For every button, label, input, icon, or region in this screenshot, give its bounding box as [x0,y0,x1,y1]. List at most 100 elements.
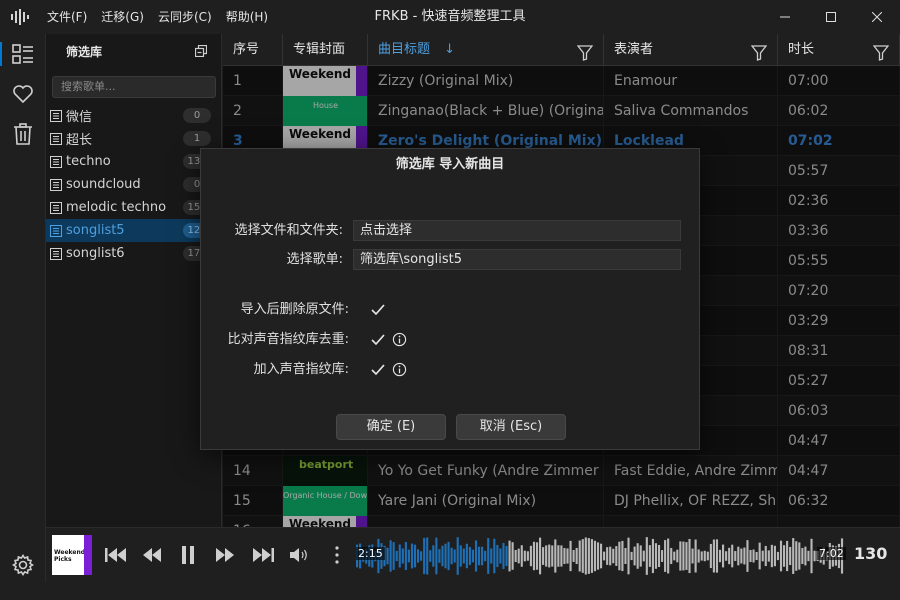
playlist-search-input[interactable]: 搜索歌单... [52,76,216,98]
waveform-bar [773,545,776,567]
skip-previous-icon [105,548,126,562]
confirm-button[interactable]: 确定 (E) [336,414,446,440]
volume-button[interactable] [287,543,311,567]
waveform-bar [459,545,462,567]
waveform-bar [438,549,441,563]
info-icon[interactable] [392,362,407,377]
skip-back-button[interactable] [104,543,128,567]
waveform-bar [560,545,563,567]
waveform-bar [676,549,679,563]
maximize-icon [826,12,836,22]
rail-library-button[interactable] [0,34,46,74]
waveform-bar [706,551,709,561]
playlist-item[interactable]: melodic techno 154 [46,196,221,219]
waveform-bar [578,540,581,572]
waveform-bar [807,550,810,562]
waveform-bar [423,537,426,575]
playlist-item[interactable]: songlist5 122 [46,219,221,242]
waveform-bar [429,550,432,562]
dedupe-checkbox[interactable] [370,332,386,348]
column-title[interactable]: 曲目标题 ↓ [368,34,604,66]
playlist-item-label: 微信 [66,110,93,125]
column-artist-label: 表演者 [614,42,654,57]
pause-icon [182,546,194,564]
waveform-bar [575,547,578,565]
collapse-all-icon[interactable] [195,45,207,57]
close-button[interactable] [854,0,900,34]
waveform-bar [609,546,612,566]
waveform-bar [542,547,545,565]
fast-forward-button[interactable] [213,543,237,567]
select-files-field[interactable]: 点击选择 [353,220,681,241]
playlist-icon [50,109,62,122]
settings-button[interactable] [0,554,46,576]
menu-help[interactable]: 帮助(H) [219,0,275,34]
rail-trash-button[interactable] [0,114,46,154]
pause-button[interactable] [176,543,200,567]
waveform-bar [447,541,450,571]
waveform-seekbar[interactable] [356,536,844,576]
playlist-item-label: songlist6 [66,246,125,261]
select-playlist-field[interactable]: 筛选库\songlist5 [353,249,681,270]
filter-icon[interactable] [576,45,594,61]
cancel-button[interactable]: 取消 (Esc) [456,414,566,440]
waveform-bar [657,544,661,568]
waveform-bar [426,537,429,575]
waveform-bar [462,548,465,564]
sort-desc-icon: ↓ [444,42,456,57]
column-artist[interactable]: 表演者 [604,34,778,66]
playlist-list: 微信 0 超长 1 techno 131 soundcloud 0 melodic techno… [46,104,221,265]
playlist-item[interactable]: techno 131 [46,150,221,173]
select-files-label: 选择文件和文件夹: [234,223,343,238]
waveform-bar [682,541,685,571]
waveform-bar [413,544,417,568]
rail-favorites-button[interactable] [0,74,46,114]
dialog-title: 筛选库 导入新曲目 [395,157,505,172]
waveform-bar [664,540,667,572]
skip-forward-button[interactable] [251,543,275,567]
waveform-bar [636,543,639,569]
minimize-button[interactable] [762,0,808,34]
delete-original-checkbox[interactable] [370,302,386,318]
rewind-button[interactable] [140,543,164,567]
waveform-bar [474,540,478,572]
waveform-bar [502,542,505,570]
waveform-bar [691,548,694,564]
waveform-bar [749,549,752,563]
waveform-bar [517,548,520,564]
waveform-bar [404,541,407,571]
waveform-bar [529,545,532,567]
menu-cloud-sync[interactable]: 云同步(C) [151,0,219,34]
table-header: 序号 专辑封面 曲目标题 ↓ 表演者 时长 [223,34,900,66]
player-bar: Weekend Picks 2:15 7:02 130 [46,527,900,582]
waveform-bar [532,541,536,571]
playlist-item[interactable]: 微信 0 [46,104,221,127]
waveform-bar [584,537,587,575]
menu-file[interactable]: 文件(F) [40,0,94,34]
waveform-bar [764,545,767,567]
playlist-item[interactable]: soundcloud 0 [46,173,221,196]
waveform-bar [481,546,484,566]
filter-icon[interactable] [750,45,768,61]
waveform-bar [740,548,743,564]
waveform-bar [456,537,459,575]
more-options-button[interactable] [325,543,349,567]
waveform-bar [688,538,691,574]
waveform-bar [545,545,548,567]
playlist-item-count: 0 [183,108,211,123]
sidebar-title: 筛选库 [66,44,103,59]
playlist-item-count: 1 [183,131,211,146]
waveform-bar [508,540,511,572]
waveform-bar [767,550,770,562]
column-duration[interactable]: 时长 [778,34,900,66]
column-number[interactable]: 序号 [223,34,283,66]
info-icon[interactable] [392,332,407,347]
column-cover[interactable]: 专辑封面 [283,34,368,66]
playlist-item[interactable]: songlist6 171 [46,242,221,265]
menu-migrate[interactable]: 迁移(G) [94,0,151,34]
playlist-item[interactable]: 超长 1 [46,127,221,150]
filter-icon[interactable] [872,45,890,61]
maximize-button[interactable] [808,0,854,34]
waveform-bar [444,543,447,569]
add-fingerprint-checkbox[interactable] [370,362,386,378]
